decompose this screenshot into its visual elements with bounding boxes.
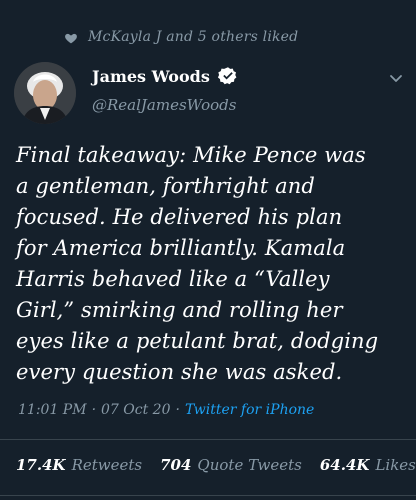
retweets-count: 17.4K [16,456,66,474]
divider [0,439,416,440]
liked-by-text: McKayla J and 5 others liked [88,29,299,45]
likes-stat[interactable]: 64.4K Likes [320,456,416,474]
author-name[interactable]: James Woods [92,67,210,86]
quote-tweets-count: 704 [160,456,192,474]
author-name-row[interactable]: James Woods [92,66,238,86]
retweets-label: Retweets [71,456,143,474]
meta-separator: · [91,402,97,418]
avatar-image [14,62,76,124]
tweet-time: 11:01 PM [18,402,87,418]
tweet-meta: 11:01 PM · 07 Oct 20 · Twitter for iPhon… [18,402,314,418]
heart-icon [64,30,78,44]
chevron-down-icon[interactable] [388,70,404,86]
meta-separator: · [175,402,180,418]
quote-tweets-stat[interactable]: 704 Quote Tweets [160,456,302,474]
tweet-source-link[interactable]: Twitter for iPhone [185,402,314,418]
verified-badge-icon [217,66,238,86]
avatar[interactable] [14,62,76,124]
likes-label: Likes [375,456,416,474]
divider [0,495,416,496]
tweet-stats: 17.4K Retweets 704 Quote Tweets 64.4K Li… [16,456,416,474]
likes-count: 64.4K [319,456,370,474]
tweet-date[interactable]: 07 Oct 20 [101,402,170,418]
author-handle[interactable]: @RealJamesWoods [92,96,236,114]
tweet-text: Final takeaway: Mike Pence was a gentlem… [16,143,379,384]
social-context[interactable]: McKayla J and 5 others liked [64,26,298,48]
quote-tweets-label: Quote Tweets [197,456,302,474]
retweets-stat[interactable]: 17.4K Retweets [16,456,142,474]
